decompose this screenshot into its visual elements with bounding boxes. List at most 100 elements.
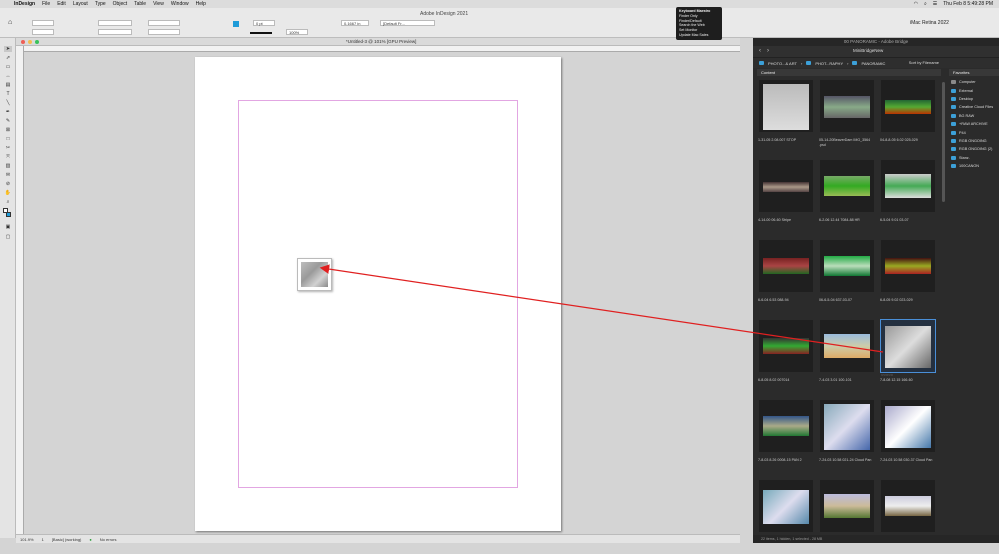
- menu-object[interactable]: Object: [113, 1, 127, 7]
- search-icon[interactable]: ⌕: [924, 1, 927, 7]
- type-tool-icon[interactable]: T: [4, 91, 12, 97]
- control-center-icon[interactable]: ☰: [933, 1, 937, 7]
- page-tool-icon[interactable]: ▭: [4, 64, 12, 70]
- dimension-field[interactable]: 0.1667 in: [341, 20, 369, 26]
- menu-view[interactable]: View: [153, 1, 164, 7]
- bridge-thumbnail[interactable]: 7-24-03 10.58 021-24 Cloud Pan: [818, 398, 876, 474]
- gradient-tool-icon[interactable]: ▥: [4, 163, 12, 169]
- forward-icon[interactable]: ›: [767, 48, 769, 54]
- favorite-item[interactable]: 100CANON: [949, 162, 999, 170]
- menu-layout[interactable]: Layout: [73, 1, 88, 7]
- favorite-item[interactable]: +RAW ARCHIVE: [949, 120, 999, 128]
- line-tool-icon[interactable]: ╲: [4, 100, 12, 106]
- preflight-status[interactable]: No errors: [100, 537, 117, 542]
- km-item[interactable]: Update Mac Sales: [679, 33, 719, 38]
- window-controls: [21, 40, 39, 44]
- opacity-field[interactable]: 100%: [286, 29, 308, 35]
- w-field[interactable]: [98, 20, 132, 26]
- y-field[interactable]: [32, 29, 54, 35]
- bridge-thumbnail[interactable]: 04-8-8-05 6.02 025-029: [879, 78, 937, 154]
- bridge-thumbnail[interactable]: 06-6-5-04 637-03-07: [818, 238, 876, 314]
- wifi-icon[interactable]: ◠: [914, 1, 918, 7]
- favorites-tab[interactable]: Favorites: [949, 69, 999, 76]
- pencil-tool-icon[interactable]: ✎: [4, 118, 12, 124]
- path-separator-icon: ›: [800, 60, 803, 66]
- menu-app-name[interactable]: InDesign: [14, 1, 35, 7]
- content-tab[interactable]: Content: [757, 69, 941, 76]
- favorite-item[interactable]: BG RAW: [949, 112, 999, 120]
- rating-stars[interactable]: ○○○○○: [881, 372, 893, 377]
- document-tab[interactable]: *Untitled-3 @ 101% [GPU Preview]: [346, 39, 416, 44]
- rotate-field[interactable]: [148, 20, 180, 26]
- sort-menu[interactable]: Sort by Filename: [909, 60, 939, 65]
- selection-tool-icon[interactable]: ➤: [4, 46, 12, 52]
- bridge-thumbnail[interactable]: 6-8-05 8.02 007014: [757, 318, 815, 394]
- home-icon[interactable]: ⌂: [8, 19, 12, 26]
- favorite-item[interactable]: RGB ONGOING (2): [949, 145, 999, 153]
- minimize-icon[interactable]: [28, 40, 32, 44]
- note-tool-icon[interactable]: ✉: [4, 172, 12, 178]
- path-segment[interactable]: PANORAMIC: [861, 61, 885, 66]
- favorite-item[interactable]: External: [949, 86, 999, 94]
- menu-help[interactable]: Help: [196, 1, 206, 7]
- eyedropper-tool-icon[interactable]: ⊘: [4, 181, 12, 187]
- placed-image-thumbnail[interactable]: [297, 258, 332, 291]
- favorite-item[interactable]: RGB ONGOING: [949, 137, 999, 145]
- stroke-type-line[interactable]: [250, 32, 272, 34]
- bridge-thumbnail[interactable]: ○○○○○ 7-8-08 12.15 166-60: [879, 318, 937, 394]
- menu-type[interactable]: Type: [95, 1, 106, 7]
- shear-field[interactable]: [148, 29, 180, 35]
- stroke-weight-field[interactable]: 0 pt: [253, 20, 275, 26]
- favorite-item[interactable]: Creative Cloud Files: [949, 103, 999, 111]
- path-segment[interactable]: PHOTO...& ART: [768, 61, 797, 66]
- gap-tool-icon[interactable]: ↔: [4, 73, 12, 79]
- menu-window[interactable]: Window: [171, 1, 189, 7]
- favorite-item[interactable]: Desktop: [949, 95, 999, 103]
- free-transform-tool-icon[interactable]: ⤧: [4, 154, 12, 160]
- rectangle-frame-tool-icon[interactable]: ⊠: [4, 127, 12, 133]
- zoom-icon[interactable]: [35, 40, 39, 44]
- grid-scrollbar[interactable]: [941, 78, 946, 538]
- pen-tool-icon[interactable]: ✒: [4, 109, 12, 115]
- zoom-level[interactable]: 101.9%: [20, 537, 34, 542]
- page-number[interactable]: 1: [42, 537, 44, 542]
- menu-edit[interactable]: Edit: [57, 1, 66, 7]
- close-icon[interactable]: [21, 40, 25, 44]
- h-field[interactable]: [98, 29, 132, 35]
- path-segment[interactable]: PHOT...RAPHY: [815, 61, 843, 66]
- formatting-icon[interactable]: ▣: [4, 224, 12, 230]
- favorite-item[interactable]: Stanz.: [949, 154, 999, 162]
- menu-file[interactable]: File: [42, 1, 50, 7]
- content-collector-icon[interactable]: ▤: [4, 82, 12, 88]
- bridge-workspace[interactable]: MiniBridgeNew: [853, 48, 883, 53]
- clock[interactable]: Thu Feb 8 5:49:28 PM: [943, 1, 993, 7]
- style-indicator[interactable]: [Basic] (working): [52, 537, 82, 542]
- thumbnail-picture: [885, 100, 931, 114]
- scroll-thumb[interactable]: [942, 82, 945, 202]
- fill-swatch[interactable]: [233, 21, 239, 27]
- rectangle-tool-icon[interactable]: □: [4, 136, 12, 142]
- object-style-dropdown[interactable]: [Default Fr...: [380, 20, 435, 26]
- workspace-switcher[interactable]: iMac Retina 2022: [910, 20, 949, 26]
- bridge-thumbnail[interactable]: 7-24-03 10.58 030-37 Cloud Pan: [879, 398, 937, 474]
- scissors-tool-icon[interactable]: ✂: [4, 145, 12, 151]
- bridge-thumbnail[interactable]: 1-31-05 2.08.007 STOP: [757, 78, 815, 154]
- hand-tool-icon[interactable]: ✋: [4, 190, 12, 196]
- x-field[interactable]: [32, 20, 54, 26]
- bridge-thumbnail[interactable]: 7-4-03 3.01 100-101: [818, 318, 876, 394]
- favorite-item[interactable]: Computer: [949, 78, 999, 86]
- bridge-thumbnail[interactable]: 6-5-04 9.01 03-07: [879, 158, 937, 234]
- bridge-thumbnail[interactable]: 6-2-06 12.44 7084-88 HR: [818, 158, 876, 234]
- zoom-tool-icon[interactable]: ⌕: [4, 199, 12, 205]
- stroke-color-icon[interactable]: [6, 212, 11, 217]
- back-icon[interactable]: ‹: [759, 48, 761, 54]
- bridge-thumbnail[interactable]: 7-8-03 8.26 0008-15 PAN 2: [757, 398, 815, 474]
- bridge-thumbnail[interactable]: 05-14-20BeaverDam IMG_3564 .psd: [818, 78, 876, 154]
- favorite-item[interactable]: P44: [949, 128, 999, 136]
- menu-table[interactable]: Table: [134, 1, 146, 7]
- bridge-thumbnail[interactable]: 6-6-04 6.53 088-94: [757, 238, 815, 314]
- screen-mode-icon[interactable]: ▢: [4, 234, 12, 240]
- bridge-thumbnail[interactable]: 6-8-05 9.02 023-029: [879, 238, 937, 314]
- direct-selection-tool-icon[interactable]: ⇗: [4, 55, 12, 61]
- bridge-thumbnail[interactable]: 4-14-00 06-60 Stripe: [757, 158, 815, 234]
